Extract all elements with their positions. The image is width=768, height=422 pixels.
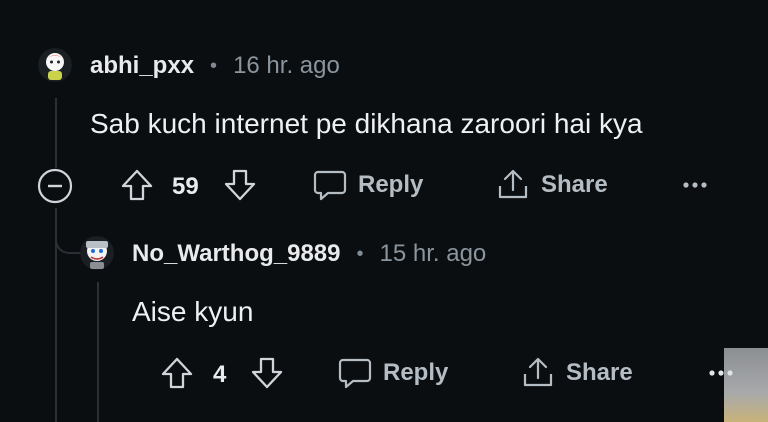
share-button[interactable]: Share	[520, 356, 633, 390]
avatar[interactable]	[38, 48, 72, 82]
avatar[interactable]	[80, 236, 114, 270]
share-button[interactable]: Share	[495, 168, 608, 202]
more-options-button[interactable]	[682, 180, 708, 190]
comment-timestamp: 15 hr. ago	[379, 240, 487, 267]
reply-icon	[313, 170, 347, 201]
reply-label: Reply	[383, 359, 449, 386]
share-icon	[498, 169, 528, 199]
reply-button[interactable]: Reply	[312, 168, 423, 202]
more-icon	[683, 182, 707, 188]
comment-timestamp: 16 hr. ago	[233, 52, 340, 79]
comment-author[interactable]: abhi_pxx	[90, 52, 194, 80]
reply-label: Reply	[358, 171, 424, 198]
separator-dot: •	[356, 242, 364, 265]
upvote-button[interactable]	[160, 356, 194, 390]
avatar-icon	[80, 236, 114, 270]
share-label: Share	[541, 171, 608, 198]
comment-body: Aise kyun	[132, 296, 254, 327]
share-label: Share	[566, 359, 633, 386]
upvote-button[interactable]	[120, 168, 154, 202]
downvote-button[interactable]	[223, 168, 257, 202]
downvote-icon	[251, 357, 283, 389]
avatar-icon	[38, 48, 72, 82]
downvote-button[interactable]	[250, 356, 284, 390]
more-icon	[709, 370, 733, 376]
overlay-thumbnail	[724, 348, 768, 422]
upvote-icon	[161, 357, 193, 389]
comment-body: Sab kuch internet pe dikhana zaroori hai…	[90, 108, 643, 139]
more-options-button[interactable]	[708, 368, 734, 378]
thread-line-reply	[97, 282, 99, 422]
downvote-icon	[224, 169, 256, 201]
thread-connector	[55, 214, 81, 254]
share-icon	[523, 357, 553, 387]
reply-button[interactable]: Reply	[337, 356, 448, 390]
collapse-button[interactable]	[37, 168, 73, 204]
upvote-icon	[121, 169, 153, 201]
vote-count: 4	[213, 361, 227, 388]
thread-line-main	[55, 98, 57, 168]
collapse-icon	[37, 168, 73, 204]
comment-author[interactable]: No_Warthog_9889	[132, 240, 341, 268]
reply-icon	[338, 358, 372, 389]
separator-dot: •	[210, 54, 218, 77]
vote-count: 59	[172, 173, 199, 200]
